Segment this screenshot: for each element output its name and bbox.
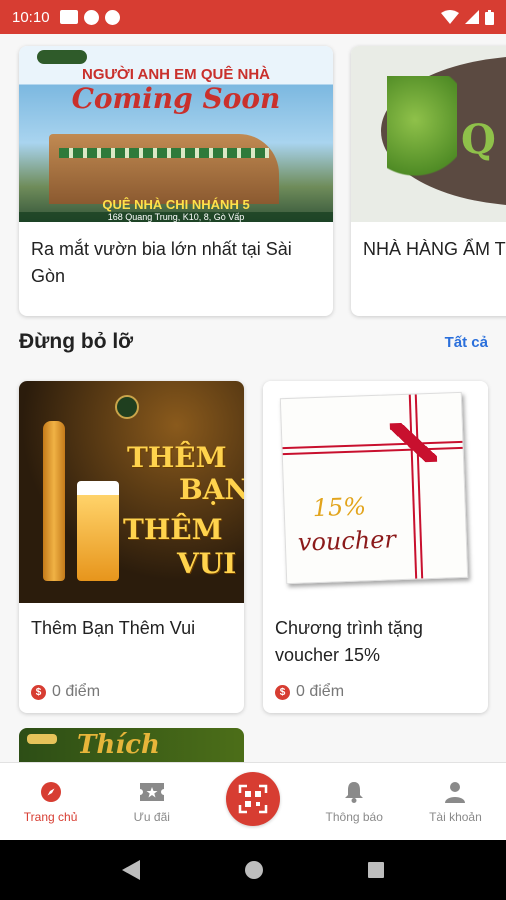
brand-logo <box>37 50 87 64</box>
nav-label: Thông báo <box>325 809 383 824</box>
promo-image: THÊM BẠN THÊM VUI <box>19 381 244 603</box>
news-title: NHÀ HÀNG ẨM T THÔNG BÁO <box>363 239 506 259</box>
brand-logo <box>27 734 57 744</box>
coin-icon: $ <box>31 684 46 700</box>
news-image: NGƯỜI ANH EM QUÊ NHÀ Coming Soon QUÊ NHÀ… <box>19 46 333 222</box>
promo-image: 15% voucher <box>263 381 488 603</box>
promo-title: Chương trình tặng voucher 15% <box>275 618 423 665</box>
news-card[interactable]: Q NHÀ HÀNG ẨM T THÔNG BÁO <box>351 46 506 316</box>
coin-icon: $ <box>275 684 290 700</box>
wifi-icon <box>441 10 459 24</box>
image-coming-soon: Coming Soon <box>71 82 281 115</box>
back-icon[interactable] <box>122 860 141 880</box>
recents-icon[interactable] <box>367 862 384 878</box>
building-graphic <box>49 134 279 204</box>
image-address: 168 Quang Trung, K10, 8, Gò Vấp <box>19 212 333 222</box>
promo-title: Thêm Bạn Thêm Vui <box>31 618 196 638</box>
logo-mark: Q <box>461 116 496 163</box>
app-notification-icon <box>104 9 120 25</box>
user-icon <box>443 780 467 804</box>
news-card[interactable]: NGƯỜI ANH EM QUÊ NHÀ Coming Soon QUÊ NHÀ… <box>19 46 333 316</box>
promo-card[interactable]: THÊM BẠN THÊM VUI Thêm Bạn Thêm Vui $ 0 … <box>19 381 244 713</box>
promo-card[interactable]: 15% voucher Chương trình tặng voucher 15… <box>263 381 488 713</box>
nav-offers[interactable]: Ưu đãi <box>101 763 202 840</box>
app-screen: 10:10 NGƯỜI ANH EM QUÊ NHÀ Coming Soon Q… <box>0 0 506 900</box>
nav-home[interactable]: Trang chủ <box>0 763 101 840</box>
image-text: Thích <box>77 730 160 760</box>
bottom-navigation: Trang chủ Ưu đãi Thông báo Tài khoản <box>0 762 506 840</box>
nav-account[interactable]: Tài khoản <box>405 763 506 840</box>
image-voucher-text: voucher <box>297 525 397 557</box>
brand-logo <box>115 395 139 419</box>
status-bar: 10:10 <box>0 0 506 34</box>
qr-scan-button[interactable] <box>226 771 280 826</box>
section-title: Đừng bỏ lỡ <box>19 330 134 353</box>
signal-icon <box>465 10 479 24</box>
image-text: VUI <box>177 547 237 580</box>
image-percent: 15% <box>312 492 367 523</box>
nav-qr-scan[interactable] <box>202 763 303 840</box>
nav-label: Tài khoản <box>429 809 482 824</box>
beer-glass-graphic <box>77 481 119 581</box>
gmail-icon <box>59 10 78 24</box>
battery-icon <box>485 9 494 25</box>
bamboo-graphic <box>387 76 457 186</box>
gift-card-graphic: 15% voucher <box>279 391 469 585</box>
image-text: THÊM <box>127 441 227 474</box>
promo-points: $ 0 điểm <box>19 673 244 713</box>
bell-icon <box>342 780 366 804</box>
beer-bottle-graphic <box>43 421 65 581</box>
qr-scan-icon <box>238 784 268 813</box>
image-branch: QUÊ NHÀ CHI NHÁNH 5 <box>102 197 250 212</box>
drive-icon <box>83 9 99 25</box>
image-text: THÊM <box>123 513 223 546</box>
status-system-icons <box>441 9 494 25</box>
home-content[interactable]: NGƯỜI ANH EM QUÊ NHÀ Coming Soon QUÊ NHÀ… <box>0 34 506 762</box>
promo-points: $ 0 điểm <box>263 673 488 713</box>
image-headline: NGƯỜI ANH EM QUÊ NHÀ <box>81 66 271 83</box>
status-time: 10:10 <box>12 8 50 26</box>
compass-icon <box>39 780 63 804</box>
points-value: 0 điểm <box>296 683 345 700</box>
points-value: 0 điểm <box>52 683 101 700</box>
section-header: Đừng bỏ lỡ Tất cả <box>19 330 488 354</box>
system-navigation-bar <box>0 840 506 900</box>
news-title: Ra mắt vườn bia lớn nhất tại Sài Gòn <box>31 239 292 286</box>
ticket-star-icon <box>139 780 164 804</box>
home-icon[interactable] <box>244 861 263 879</box>
status-notification-icons <box>59 9 120 25</box>
promo-card[interactable]: Thích <box>19 728 244 762</box>
nav-label: Trang chủ <box>23 809 78 824</box>
news-image: Q <box>351 46 506 222</box>
ribbon-bow-icon <box>389 421 438 464</box>
nav-label: Ưu đãi <box>133 809 170 824</box>
nav-notifications[interactable]: Thông báo <box>304 763 405 840</box>
image-text: BẠN <box>179 473 244 506</box>
see-all-link[interactable]: Tất cả <box>445 334 488 351</box>
